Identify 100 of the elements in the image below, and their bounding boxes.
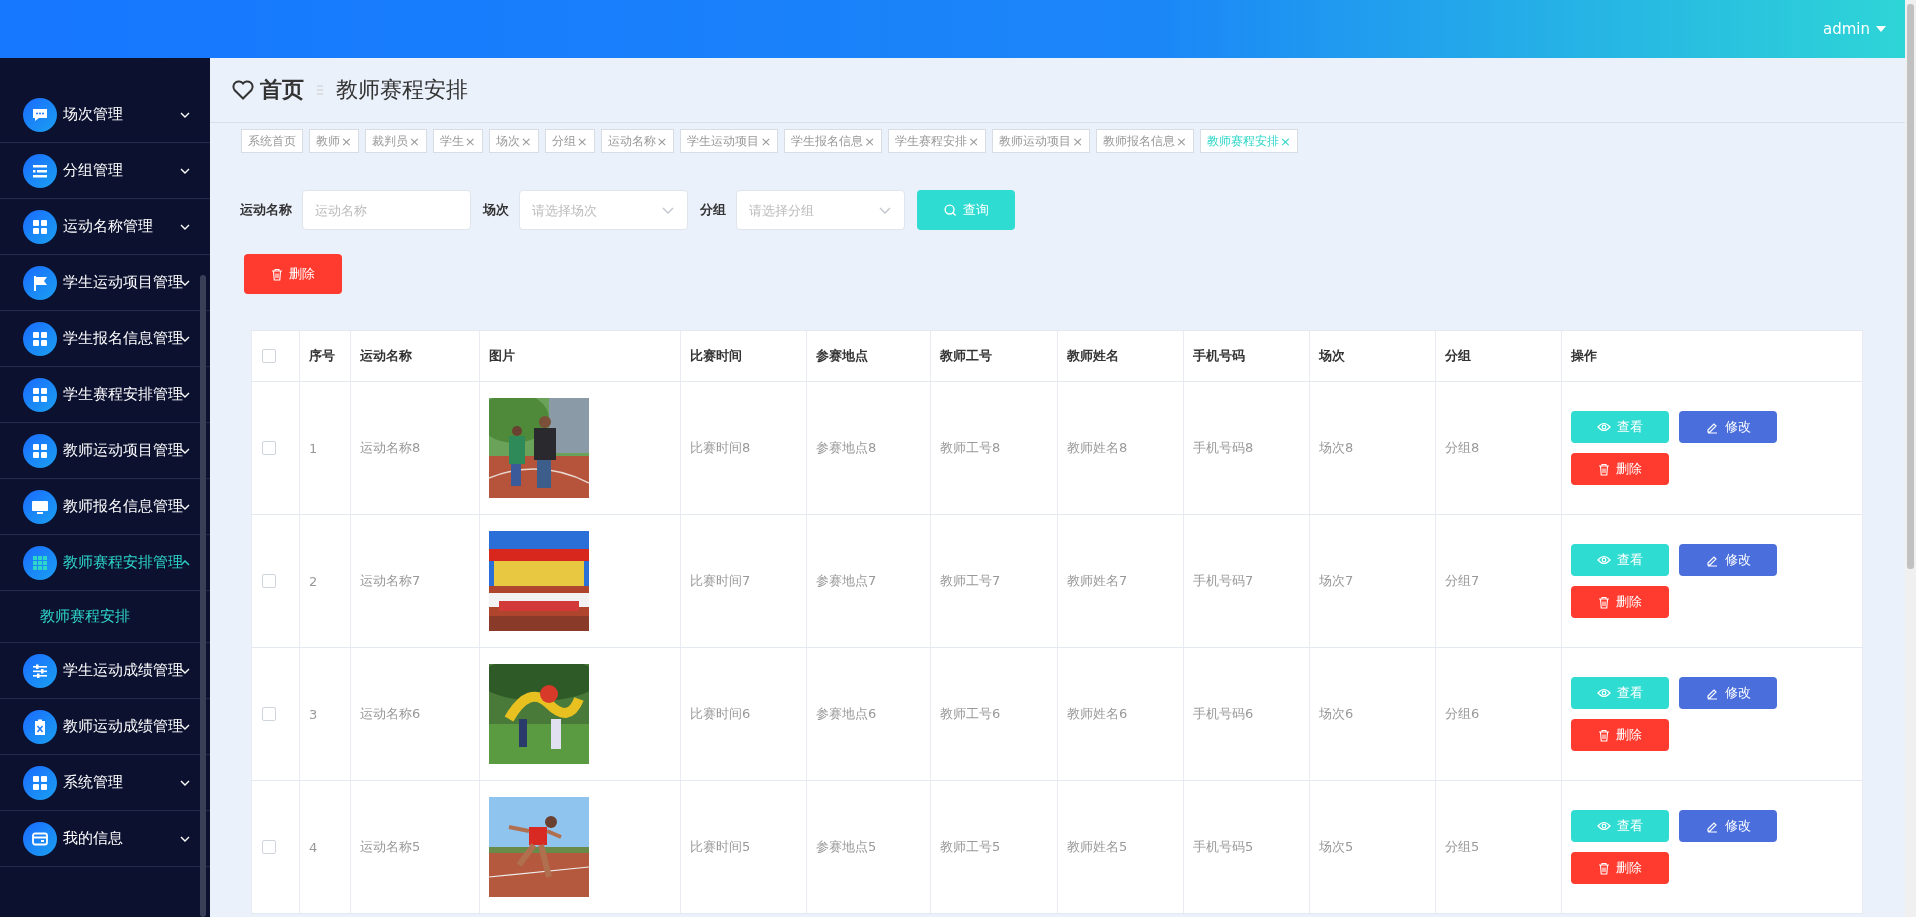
eye-icon: [1597, 555, 1611, 565]
table-cell: 比赛时间8: [690, 439, 751, 457]
tab[interactable]: 教师×: [309, 129, 359, 153]
eye-icon: [1597, 821, 1611, 831]
close-icon[interactable]: ×: [864, 133, 876, 149]
tab[interactable]: 学生运动项目×: [680, 129, 779, 153]
table-cell: 比赛时间5: [690, 838, 751, 856]
table-cell: 教师工号8: [940, 439, 1001, 457]
tab[interactable]: 系统首页: [241, 129, 303, 153]
tab[interactable]: 教师赛程安排×: [1199, 129, 1298, 153]
view-button[interactable]: 查看: [1571, 677, 1669, 709]
scrollbar[interactable]: [1907, 4, 1914, 569]
table-cell: 分组7: [1445, 572, 1480, 590]
table-cell: 教师工号6: [940, 705, 1001, 723]
table-cell: 参赛地点8: [816, 439, 877, 457]
table-cell: 4: [309, 839, 318, 855]
tab[interactable]: 学生赛程安排×: [888, 129, 987, 153]
table-cell: 运动名称6: [360, 705, 421, 723]
checkbox[interactable]: [262, 840, 276, 854]
checkbox[interactable]: [262, 441, 276, 455]
scrollbar[interactable]: [200, 275, 206, 917]
tab[interactable]: 学生×: [432, 129, 483, 153]
view-button[interactable]: 查看: [1571, 411, 1669, 443]
column-header: 图片: [489, 347, 515, 365]
edit-button[interactable]: 修改: [1679, 810, 1777, 842]
table-cell: 运动名称8: [360, 439, 421, 457]
table-cell: 教师姓名8: [1067, 439, 1128, 457]
tab[interactable]: 分组×: [544, 129, 595, 153]
search-button[interactable]: 查询: [917, 190, 1015, 230]
close-icon[interactable]: ×: [408, 133, 420, 149]
close-icon[interactable]: ×: [464, 133, 476, 149]
chevron-icon: [879, 207, 891, 214]
close-icon[interactable]: ×: [656, 133, 668, 149]
delete-button[interactable]: 删除: [1571, 852, 1669, 884]
search-icon: [943, 203, 957, 217]
card-icon: [23, 821, 57, 856]
trash-icon: [1598, 728, 1610, 742]
grid-icon: [23, 209, 57, 244]
close-icon[interactable]: ×: [968, 133, 980, 149]
delete-button[interactable]: 删除: [1571, 719, 1669, 751]
delete-button[interactable]: 删除: [244, 254, 342, 294]
tab[interactable]: 运动名称×: [600, 129, 675, 153]
trash-icon: [1598, 595, 1610, 609]
grid-icon: [23, 433, 57, 468]
table-cell: 3: [309, 706, 318, 722]
edit-button[interactable]: 修改: [1679, 677, 1777, 709]
grid-icon: [23, 765, 57, 800]
column-header: 运动名称: [360, 347, 412, 365]
grid-icon: [23, 377, 57, 412]
column-header: 操作: [1571, 347, 1597, 365]
delete-button[interactable]: 删除: [1571, 453, 1669, 485]
input-field[interactable]: 运动名称: [302, 190, 471, 230]
table-cell: 分组5: [1445, 838, 1480, 856]
menu-item[interactable]: 分组管理: [0, 143, 210, 199]
table-cell: 教师姓名7: [1067, 572, 1128, 590]
view-button[interactable]: 查看: [1571, 544, 1669, 576]
table-cell: 手机号码8: [1193, 439, 1254, 457]
user-menu[interactable]: admin: [1823, 20, 1870, 38]
tab[interactable]: 教师报名信息×: [1096, 129, 1194, 153]
checkbox[interactable]: [262, 574, 276, 588]
view-button[interactable]: 查看: [1571, 810, 1669, 842]
edit-button[interactable]: 修改: [1679, 411, 1777, 443]
table-cell: 教师姓名5: [1067, 838, 1128, 856]
close-icon[interactable]: ×: [341, 133, 352, 149]
delete-button[interactable]: 删除: [1571, 586, 1669, 618]
table-cell: 1: [309, 440, 318, 456]
close-icon[interactable]: ×: [1279, 133, 1291, 149]
tab[interactable]: 学生报名信息×: [784, 129, 883, 153]
close-icon[interactable]: ×: [1176, 133, 1187, 149]
select-field[interactable]: 请选择场次: [519, 190, 688, 230]
flag-icon: [23, 265, 57, 300]
breadcrumb-home[interactable]: 首页: [260, 75, 304, 105]
checkbox[interactable]: [262, 707, 276, 721]
checkbox[interactable]: [262, 349, 276, 363]
table-cell: 参赛地点5: [816, 838, 877, 856]
table-cell: 分组6: [1445, 705, 1480, 723]
tab[interactable]: 教师运动项目×: [992, 129, 1091, 153]
select-field[interactable]: 请选择分组: [736, 190, 905, 230]
table-cell: 场次6: [1319, 705, 1354, 723]
table-cell: 参赛地点6: [816, 705, 877, 723]
close-icon[interactable]: ×: [576, 133, 588, 149]
column-header: 场次: [1319, 347, 1345, 365]
breadcrumb-current: 教师赛程安排: [336, 76, 468, 104]
menu-item[interactable]: 运动名称管理: [0, 199, 210, 255]
tab[interactable]: 场次×: [488, 129, 539, 153]
chevron-icon: [662, 207, 674, 214]
menu-item[interactable]: 场次管理: [0, 87, 210, 143]
close-icon[interactable]: ×: [1072, 133, 1084, 149]
field-label: 运动名称: [240, 201, 292, 219]
list-icon: [23, 153, 57, 188]
sliders-icon: [23, 653, 57, 688]
table-cell: 教师姓名6: [1067, 705, 1128, 723]
tab[interactable]: 裁判员×: [364, 129, 427, 153]
table-cell: 比赛时间7: [690, 572, 751, 590]
close-icon[interactable]: ×: [760, 133, 772, 149]
edit-button[interactable]: 修改: [1679, 544, 1777, 576]
clipboard-icon: [23, 709, 57, 744]
column-header: 教师姓名: [1067, 347, 1119, 365]
column-header: 比赛时间: [690, 347, 742, 365]
close-icon[interactable]: ×: [520, 133, 532, 149]
